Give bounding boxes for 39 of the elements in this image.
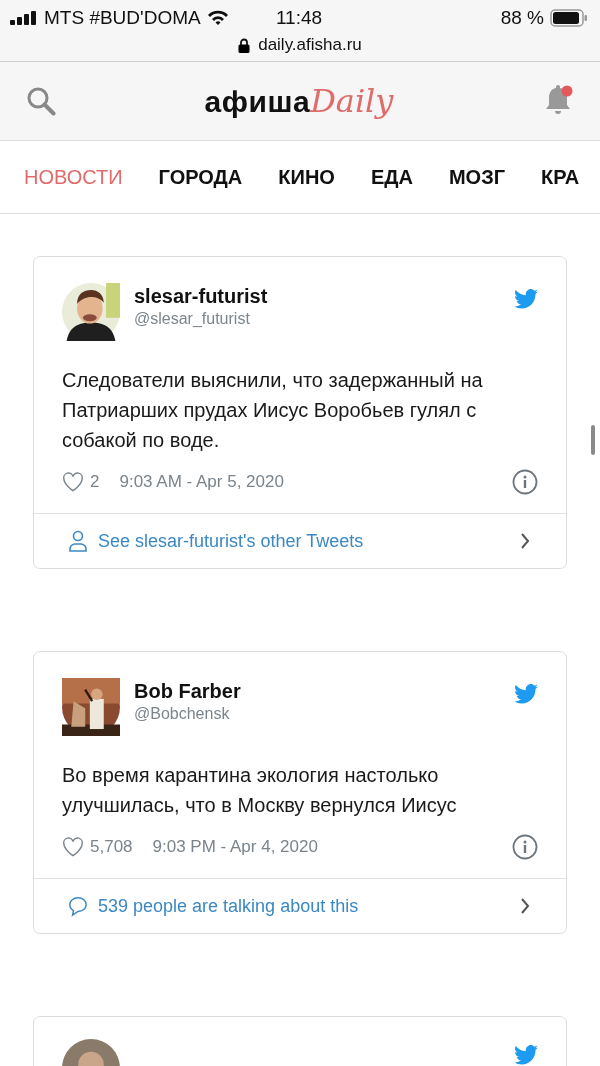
- heart-icon[interactable]: [62, 472, 84, 492]
- heart-icon[interactable]: [62, 837, 84, 857]
- tweet-timestamp[interactable]: 9:03 PM - Apr 4, 2020: [152, 837, 512, 857]
- author-handle[interactable]: @Bobchensk: [134, 705, 500, 723]
- info-icon[interactable]: [512, 834, 538, 860]
- like-count: 2: [90, 472, 100, 492]
- like-count: 5,708: [90, 837, 133, 857]
- bird-icon[interactable]: [514, 289, 538, 309]
- nav-tab[interactable]: КИНО: [278, 165, 335, 189]
- bird-icon[interactable]: [514, 1045, 538, 1065]
- info-icon[interactable]: [512, 469, 538, 495]
- tweet-timestamp[interactable]: 9:03 AM - Apr 5, 2020: [119, 472, 512, 492]
- wifi-icon: [206, 10, 229, 26]
- author-name[interactable]: slesar-futurist: [134, 285, 500, 308]
- clock-time: 11:48: [275, 7, 323, 29]
- tweet-footer-link[interactable]: See slesar-futurist's other Tweets: [34, 513, 566, 568]
- tweet-footer-link[interactable]: 539 people are talking about this: [34, 878, 566, 933]
- chevron-right-icon: [520, 897, 530, 915]
- carrier-name: MTS #BUD'DOMA: [44, 7, 201, 29]
- lock-icon: [238, 37, 251, 53]
- nav-tab[interactable]: МОЗГ: [448, 165, 506, 189]
- signal-icon: [10, 11, 38, 25]
- battery-icon: [550, 9, 588, 27]
- site-logo[interactable]: афишаDaily: [204, 82, 394, 120]
- nav-tab[interactable]: ЕДА: [370, 165, 413, 189]
- author-handle[interactable]: @slesar_futurist: [134, 310, 500, 328]
- nav-tab[interactable]: КРА: [541, 165, 580, 189]
- page-url[interactable]: daily.afisha.ru: [258, 35, 362, 55]
- chevron-right-icon: [520, 532, 530, 550]
- search-icon[interactable]: [26, 86, 56, 116]
- person-icon: [68, 530, 88, 552]
- speech-bubble-icon: [68, 895, 88, 917]
- battery-percent: 88 %: [500, 7, 544, 29]
- bird-icon[interactable]: [514, 684, 538, 704]
- tweet-text: Следователи выяснили, что задержанный на Патриарших прудах Иисус Воробьев гулял с собакой по воде.: [62, 368, 484, 453]
- nav-tab[interactable]: ГОРОДА: [158, 165, 243, 189]
- author-name[interactable]: Bob Farber: [134, 680, 500, 703]
- scroll-indicator: [591, 425, 595, 455]
- tweet-text: Во время карантина экология настолько улучшилась, что в Москву вернулся Иисус: [62, 763, 458, 818]
